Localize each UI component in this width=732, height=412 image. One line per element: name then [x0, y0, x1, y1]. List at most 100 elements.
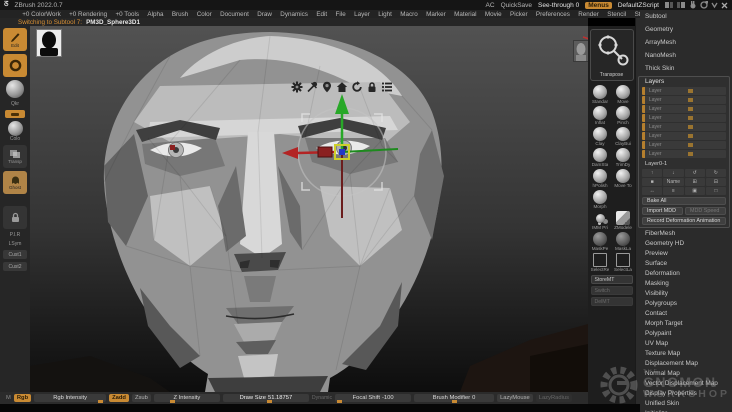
- see-through-slider[interactable]: See-through 0: [538, 2, 579, 9]
- palette-section[interactable]: Polygroups: [636, 299, 732, 309]
- zadd-toggle[interactable]: Zadd: [109, 394, 129, 402]
- brush-thumb[interactable]: ZModele: [613, 211, 634, 231]
- palette-section[interactable]: Subtool: [636, 10, 732, 23]
- menu-item[interactable]: +0 Rendering: [65, 11, 111, 18]
- brush-thumb[interactable]: DamSta: [590, 148, 611, 168]
- quicksave-button[interactable]: QuickSave: [501, 2, 532, 9]
- brush-thumb[interactable]: MaskPe: [590, 232, 611, 252]
- layer-row[interactable]: Layer: [642, 105, 726, 113]
- quick-pick-button[interactable]: [5, 110, 25, 118]
- menu-item[interactable]: Stroke: [630, 11, 640, 18]
- palette-section[interactable]: Preview: [636, 249, 732, 259]
- palette-section[interactable]: ArrayMesh: [636, 36, 732, 49]
- layer-row[interactable]: Layer: [642, 87, 726, 95]
- brush-thumb[interactable]: MaskLa: [613, 232, 634, 252]
- palette-section[interactable]: Displacement Map: [636, 359, 732, 369]
- brush-thumb[interactable]: Morph: [590, 190, 611, 210]
- transp-button[interactable]: Transp: [3, 145, 27, 168]
- brush-thumb[interactable]: Move: [613, 85, 634, 105]
- layer-intensity-handle[interactable]: [688, 125, 694, 129]
- palette-section[interactable]: Surface: [636, 259, 732, 269]
- layer-intensity-handle[interactable]: [688, 89, 694, 93]
- menu-item[interactable]: File: [331, 11, 350, 18]
- layers-title[interactable]: Layers: [639, 77, 729, 86]
- menu-item[interactable]: Alpha: [143, 11, 167, 18]
- lock-button[interactable]: [3, 206, 27, 229]
- menu-item[interactable]: +0 Tools: [111, 11, 143, 18]
- ghost-button[interactable]: Ghost: [3, 171, 27, 194]
- menu-item[interactable]: Dynamics: [276, 11, 312, 18]
- palette-section[interactable]: Vector Displacement Map: [636, 379, 732, 389]
- menu-item[interactable]: Stencil: [603, 11, 630, 18]
- store-mt-button[interactable]: StoreMT: [590, 275, 633, 284]
- colorize-control[interactable]: Colo: [7, 121, 23, 142]
- palette-section[interactable]: Texture Map: [636, 349, 732, 359]
- mesh-list-icon[interactable]: [380, 80, 393, 93]
- layer-grid-icon[interactable]: ↻: [705, 169, 726, 177]
- palette-section[interactable]: Thick Skin: [636, 62, 732, 75]
- edit-button[interactable]: Edit: [3, 28, 27, 51]
- layer-grid-icon[interactable]: ↑: [642, 169, 663, 177]
- brush-thumb[interactable]: IMM Pri: [590, 211, 611, 231]
- menu-item[interactable]: Preferences: [532, 11, 574, 18]
- menu-item[interactable]: Draw: [253, 11, 276, 18]
- layer-row[interactable]: Layer: [642, 150, 726, 158]
- lazymouse-toggle[interactable]: LazyMouse: [497, 394, 533, 402]
- palette-section[interactable]: Unified Skin: [636, 399, 732, 409]
- focal-shift-slider[interactable]: Focal Shift -100: [335, 394, 412, 403]
- layer-grid-icon[interactable]: ↓: [663, 169, 684, 177]
- layer-grid-icon[interactable]: ⊟: [705, 178, 726, 186]
- cust1-button[interactable]: Cust1: [3, 250, 27, 259]
- layer-grid-icon[interactable]: □: [705, 187, 726, 195]
- layer-grid-icon[interactable]: ⊞: [684, 178, 705, 186]
- brush-thumb[interactable]: SelectRe: [590, 253, 611, 273]
- map-pin-icon[interactable]: [320, 80, 333, 93]
- layer-row[interactable]: Layer: [642, 123, 726, 131]
- layer-row[interactable]: Layer: [642, 114, 726, 122]
- layer-grid-icon[interactable]: ↔: [642, 187, 663, 195]
- brush-thumb[interactable]: SelectLa: [613, 253, 634, 273]
- palette-section[interactable]: Contact: [636, 309, 732, 319]
- palette-section[interactable]: Deformation: [636, 269, 732, 279]
- layer-intensity-handle[interactable]: [688, 143, 694, 147]
- reset-orientation-icon[interactable]: [350, 80, 363, 93]
- tool-preview-thumbnail[interactable]: [36, 29, 62, 57]
- home-icon[interactable]: [335, 80, 348, 93]
- layer-row[interactable]: Layer: [642, 96, 726, 104]
- close-icon[interactable]: [721, 2, 728, 9]
- palette-section[interactable]: Masking: [636, 279, 732, 289]
- palette-section[interactable]: Geometry HD: [636, 239, 732, 249]
- palette-section[interactable]: Morph Target: [636, 319, 732, 329]
- palette-section[interactable]: Polypaint: [636, 329, 732, 339]
- minimize-icon[interactable]: [711, 1, 718, 9]
- menu-item[interactable]: Picker: [506, 11, 532, 18]
- menu-item[interactable]: Macro: [396, 11, 422, 18]
- menus-toggle[interactable]: Menus: [585, 1, 612, 9]
- rgb-toggle[interactable]: Rgb: [13, 394, 32, 402]
- layer-grid-icon[interactable]: ↺: [684, 169, 705, 177]
- layer-intensity-handle[interactable]: [688, 116, 694, 120]
- mdd-speed-slider[interactable]: MDD Speed: [685, 207, 726, 215]
- menu-item[interactable]: Light: [374, 11, 396, 18]
- menu-item[interactable]: Layer: [350, 11, 374, 18]
- brush-thumb[interactable]: Standar: [590, 85, 611, 105]
- lsym-label[interactable]: LSym: [9, 241, 22, 247]
- rotate-icon[interactable]: [700, 1, 708, 9]
- bake-all-button[interactable]: Bake All: [642, 197, 726, 205]
- layer-intensity-handle[interactable]: [688, 134, 694, 138]
- ac-button[interactable]: AC: [486, 2, 495, 9]
- split-left-icon[interactable]: [665, 1, 674, 9]
- sculpt-viewport[interactable]: [30, 26, 596, 392]
- zsub-toggle[interactable]: Zsub: [131, 394, 151, 402]
- split-right-icon[interactable]: [677, 1, 686, 9]
- brush-thumb[interactable]: Pinch: [613, 106, 634, 126]
- menu-item[interactable]: Color: [193, 11, 216, 18]
- layer-row[interactable]: Layer: [642, 132, 726, 140]
- draw-size-slider[interactable]: Draw Size 51.18757: [222, 394, 309, 403]
- pin-icon[interactable]: [305, 80, 318, 93]
- import-mdd-button[interactable]: Import MDD: [642, 207, 683, 215]
- menu-item[interactable]: Brush: [168, 11, 193, 18]
- layer-grid-icon[interactable]: ■: [642, 178, 663, 186]
- material-sphere-icon[interactable]: [6, 80, 24, 98]
- palette-section[interactable]: Visibility: [636, 289, 732, 299]
